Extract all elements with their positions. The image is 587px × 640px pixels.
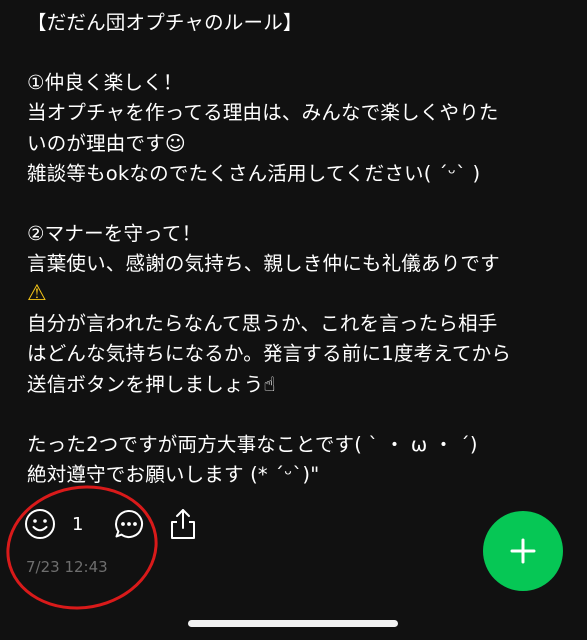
post-line-text: 送信ボタンを押しましょう [27, 373, 264, 396]
rule-1-heading: ①仲良く楽しく！ [27, 71, 183, 94]
post-line: 言葉使い、感謝の気持ち、親しき仲にも礼儀ありです [27, 252, 500, 275]
smiling-face-emoji: ☺ [164, 131, 186, 155]
post-line: 絶対遵守でお願いします (* ˊᵕˋ)" [27, 463, 320, 486]
comment-button[interactable] [113, 508, 145, 540]
speech-bubble-icon [115, 509, 144, 538]
smile-face-icon [25, 509, 55, 539]
reaction-button[interactable]: 1 [24, 508, 113, 540]
red-circle-annotation [0, 473, 168, 622]
reaction-count: 1 [72, 513, 84, 535]
post-line: 雑談等もokなのでたくさん活用してください( ˊᵕˋ ) [27, 162, 481, 185]
post-line: たった2つですが両方大事なことです( ˋ ・ ω ・ ˊ) [27, 433, 478, 456]
post-timestamp: 7/23 12:43 [26, 558, 108, 576]
warning-emoji: ⚠ [27, 281, 47, 306]
rule-2-heading: ②マナーを守って！ [27, 222, 202, 245]
post-title: 【だだん団オプチャのルール】 [27, 11, 303, 34]
post-line: いのが理由です☺ [27, 128, 567, 159]
post-line: 自分が言われたらなんて思うか、これを言ったら相手 [27, 312, 498, 335]
share-button[interactable] [167, 507, 199, 541]
post-line: ⚠ [27, 279, 567, 309]
post-line: 送信ボタンを押しましょう☝ [27, 369, 567, 400]
share-icon [171, 509, 196, 539]
point-up-emoji: ☝ [263, 372, 276, 396]
post-body: 【だだん団オプチャのルール】 ①仲良く楽しく！ 当オプチャを作ってる理由は、みん… [27, 8, 567, 490]
post-line: 当オプチャを作ってる理由は、みんなで楽しくやりた [27, 101, 499, 124]
home-indicator[interactable] [188, 620, 398, 627]
create-post-button[interactable] [483, 511, 563, 591]
plus-icon [510, 538, 536, 564]
post-line: はどんな気持ちになるか。発言する前に1度考えてから [27, 342, 512, 365]
post-actions: 1 [24, 504, 199, 544]
post-line-text: いのが理由です [27, 132, 165, 155]
